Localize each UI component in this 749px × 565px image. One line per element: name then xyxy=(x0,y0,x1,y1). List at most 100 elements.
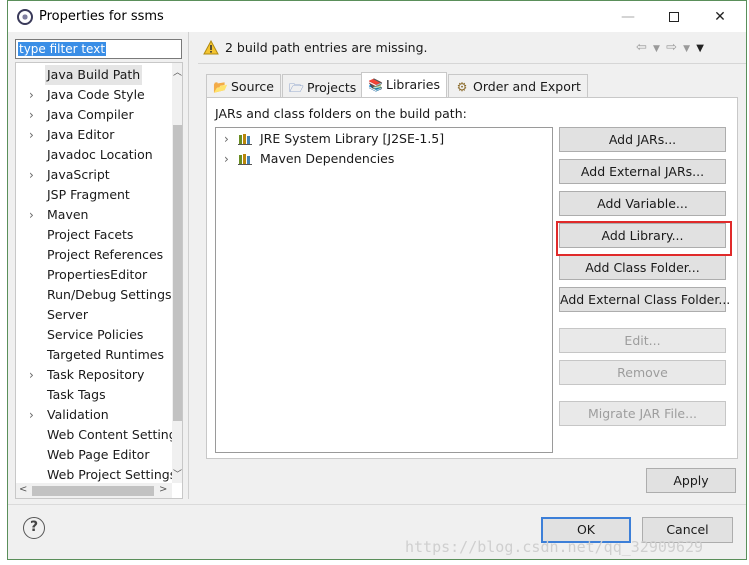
tree-item[interactable]: Web Page Editor xyxy=(16,445,172,465)
tab-order-export[interactable]: ⚙ Order and Export xyxy=(448,74,588,98)
tree-item[interactable]: Javadoc Location xyxy=(16,145,172,165)
tree-item[interactable]: › JavaScript xyxy=(16,165,172,185)
expand-icon[interactable]: › xyxy=(29,205,34,225)
tree-item[interactable]: Server xyxy=(16,305,172,325)
tree-horizontal-scroll-thumb[interactable] xyxy=(32,486,154,496)
tree-item[interactable]: Java Build Path xyxy=(16,65,172,85)
edit-button[interactable]: Edit... xyxy=(559,328,726,353)
help-icon[interactable]: ? xyxy=(23,517,45,539)
expand-icon[interactable]: › xyxy=(29,85,34,105)
add-variable-button[interactable]: Add Variable... xyxy=(559,191,726,216)
remove-button[interactable]: Remove xyxy=(559,360,726,385)
build-path-entries[interactable]: › JRE System Library [J2SE-1.5] › Maven … xyxy=(215,127,553,453)
expand-icon[interactable]: › xyxy=(29,405,34,425)
title-bar: Properties for ssms — ✕ xyxy=(8,1,746,32)
back-dropdown-icon[interactable]: ▼ xyxy=(653,44,661,54)
history-navigation: ⇦ ▼ ⇨ ▼ ▼ xyxy=(636,40,705,55)
maximize-icon xyxy=(669,11,679,22)
tree-vertical-scrollbar[interactable]: ︿ ﹀ xyxy=(172,63,182,483)
forward-icon[interactable]: ⇨ xyxy=(666,40,678,55)
scroll-left-icon[interactable]: < xyxy=(19,484,27,495)
forward-dropdown-icon[interactable]: ▼ xyxy=(683,44,691,54)
expand-icon[interactable]: › xyxy=(29,365,34,385)
filter-input[interactable]: type filter text xyxy=(15,39,182,59)
tree-item[interactable]: Web Content Settings xyxy=(16,425,182,445)
maximize-button[interactable] xyxy=(651,1,697,32)
tree-item-label: Service Policies xyxy=(47,327,144,342)
scroll-down-icon[interactable]: ﹀ xyxy=(172,467,182,480)
build-path-label: JARs and class folders on the build path… xyxy=(215,106,467,121)
watermark-text: https://blog.csdn.net/qq_32909629 xyxy=(405,538,704,556)
expand-icon[interactable]: › xyxy=(224,129,229,149)
tab-libraries-label: Libraries xyxy=(386,77,440,92)
tree-item[interactable]: JSP Fragment xyxy=(16,185,172,205)
tree-item-label: Web Project Settings xyxy=(47,467,177,482)
tree-horizontal-scrollbar[interactable]: < > xyxy=(16,483,172,498)
tree-item[interactable]: › Validation xyxy=(16,405,172,425)
tree-item-label: Java Code Style xyxy=(47,87,145,102)
close-button[interactable]: ✕ xyxy=(697,1,743,32)
expand-icon[interactable]: › xyxy=(224,149,229,169)
properties-dialog: Properties for ssms — ✕ type filter text… xyxy=(7,0,747,560)
library-icon xyxy=(238,154,252,165)
tree-item-label: Javadoc Location xyxy=(47,147,153,162)
filter-input-text: type filter text xyxy=(18,42,107,56)
add-external-class-folder-button[interactable]: Add External Class Folder... xyxy=(559,287,730,312)
tree-item-label: PropertiesEditor xyxy=(47,267,148,282)
tree-item-label: Maven xyxy=(47,207,89,222)
scroll-right-icon[interactable]: > xyxy=(159,484,167,495)
tree-item-label: Project Facets xyxy=(47,227,134,242)
window-title: Properties for ssms xyxy=(39,9,164,24)
tree-item[interactable]: › Java Code Style xyxy=(16,85,172,105)
pane-splitter[interactable] xyxy=(188,32,189,499)
tree-item-label: Task Tags xyxy=(47,387,106,402)
tree-item-label: Web Page Editor xyxy=(47,447,150,462)
add-library-highlight xyxy=(556,221,732,256)
tree-item[interactable]: Project Facets xyxy=(16,225,172,245)
eclipse-app-icon xyxy=(17,9,33,25)
add-external-jars-button[interactable]: Add External JARs... xyxy=(559,159,726,184)
tree-item[interactable]: › Java Compiler xyxy=(16,105,172,125)
tab-projects[interactable]: 🗁 Projects xyxy=(282,74,364,98)
tree-item-label: Java Editor xyxy=(47,127,115,142)
tree-item[interactable]: Run/Debug Settings xyxy=(16,285,172,305)
footer-divider xyxy=(8,504,746,505)
add-jars-button[interactable]: Add JARs... xyxy=(559,127,726,152)
back-icon[interactable]: ⇦ xyxy=(636,40,648,55)
library-icon xyxy=(238,134,252,145)
expand-icon[interactable]: › xyxy=(29,165,34,185)
tab-libraries[interactable]: 📚 Libraries xyxy=(361,72,447,99)
migrate-jar-button[interactable]: Migrate JAR File... xyxy=(559,401,726,426)
tree-item[interactable]: Service Policies xyxy=(16,325,172,345)
tree-item-label: Server xyxy=(47,307,88,322)
tab-source[interactable]: 📂 Source xyxy=(206,74,281,98)
tree-item-label: Validation xyxy=(47,407,109,422)
expand-icon[interactable]: › xyxy=(29,125,34,145)
tree-item[interactable]: Web Project Settings xyxy=(16,465,176,485)
tree-item[interactable]: Task Tags xyxy=(16,385,172,405)
apply-button[interactable]: Apply xyxy=(646,468,736,493)
library-entry-label: Maven Dependencies xyxy=(260,151,395,166)
header-divider xyxy=(198,63,746,64)
tree-item-label: JSP Fragment xyxy=(47,187,130,202)
tree-vertical-scroll-thumb[interactable] xyxy=(173,125,182,421)
libraries-panel: JARs and class folders on the build path… xyxy=(206,97,738,459)
view-menu-icon[interactable]: ▼ xyxy=(696,43,705,54)
tree-item-label: JavaScript xyxy=(47,167,110,182)
tree-item-label: Java Build Path xyxy=(45,65,143,85)
tab-source-label: Source xyxy=(231,79,274,94)
minimize-button[interactable]: — xyxy=(605,1,651,32)
tree-item[interactable]: › Java Editor xyxy=(16,125,172,145)
add-class-folder-button[interactable]: Add Class Folder... xyxy=(559,255,726,280)
property-page-tree: Java Build Path › Java Code Style › Java Com… xyxy=(15,62,183,499)
order-export-icon: ⚙ xyxy=(456,80,468,94)
library-entry-label: JRE System Library [J2SE-1.5] xyxy=(260,131,445,146)
tree-item[interactable]: PropertiesEditor xyxy=(16,265,172,285)
expand-icon[interactable]: › xyxy=(29,105,34,125)
source-folder-icon: 📂 xyxy=(213,80,228,94)
tree-item[interactable]: › Task Repository xyxy=(16,365,172,385)
tree-item[interactable]: Project References xyxy=(16,245,172,265)
tree-item[interactable]: Targeted Runtimes xyxy=(16,345,172,365)
scroll-up-icon[interactable]: ︿ xyxy=(172,65,182,78)
tree-item[interactable]: › Maven xyxy=(16,205,172,225)
